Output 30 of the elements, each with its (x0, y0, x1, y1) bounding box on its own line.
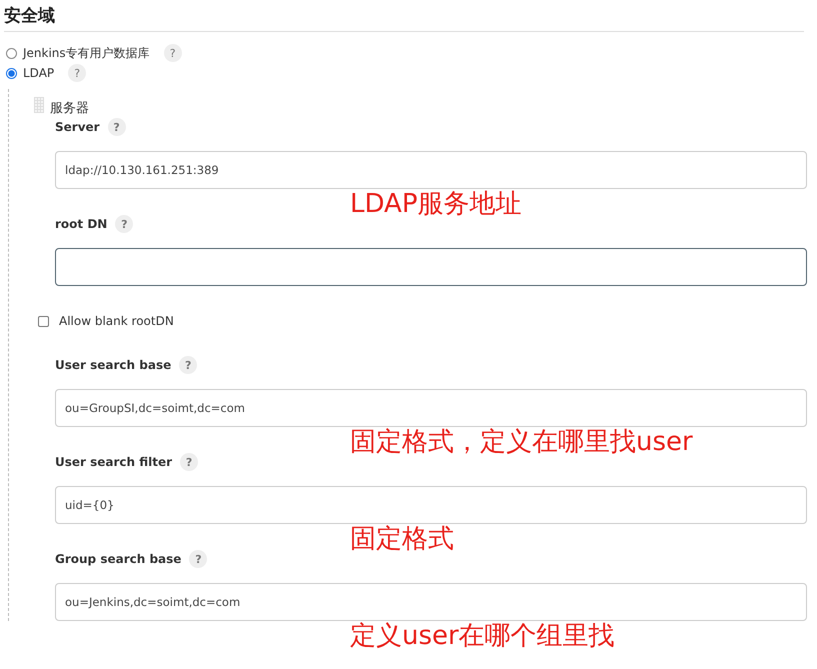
radio-button[interactable] (6, 48, 17, 58)
input-field[interactable]: ou=Jenkins,dc=soimt,dc=com (55, 583, 807, 621)
radio-label[interactable]: LDAP (23, 66, 54, 80)
help-icon[interactable]: ? (108, 118, 126, 136)
checkbox-label[interactable]: Allow blank rootDN (59, 314, 174, 328)
input-field[interactable]: ldap://10.130.161.251:389 (55, 151, 807, 189)
help-icon[interactable]: ? (189, 550, 208, 568)
help-icon[interactable]: ? (164, 44, 182, 62)
help-icon[interactable]: ? (115, 215, 134, 233)
checkbox[interactable] (38, 316, 49, 326)
input-field[interactable] (55, 248, 807, 286)
section-title: 安全域 (4, 4, 804, 32)
help-icon[interactable]: ? (179, 356, 198, 374)
drag-handle-icon[interactable] (34, 97, 44, 113)
field-label: Group search base (55, 552, 182, 566)
help-icon[interactable]: ? (68, 64, 86, 82)
field-label: root DN (55, 217, 108, 231)
radio-label[interactable]: Jenkins专有用户数据库 (23, 44, 150, 62)
annotation-text: LDAP服务地址 (350, 190, 522, 218)
input-field[interactable]: uid={0} (55, 486, 807, 524)
input-field[interactable]: ou=GroupSI,dc=soimt,dc=com (55, 389, 807, 427)
annotation-text: 定义user在哪个组里找 (350, 622, 615, 650)
annotation-text: 固定格式，定义在哪里找user (350, 428, 693, 456)
group-title: 服务器 (50, 101, 89, 117)
radio-button[interactable] (6, 68, 17, 78)
field-label: User search base (55, 358, 172, 372)
field-label: Server (55, 120, 100, 134)
help-icon[interactable]: ? (180, 453, 198, 471)
annotation-text: 固定格式 (350, 525, 454, 553)
field-label: User search filter (55, 455, 172, 469)
